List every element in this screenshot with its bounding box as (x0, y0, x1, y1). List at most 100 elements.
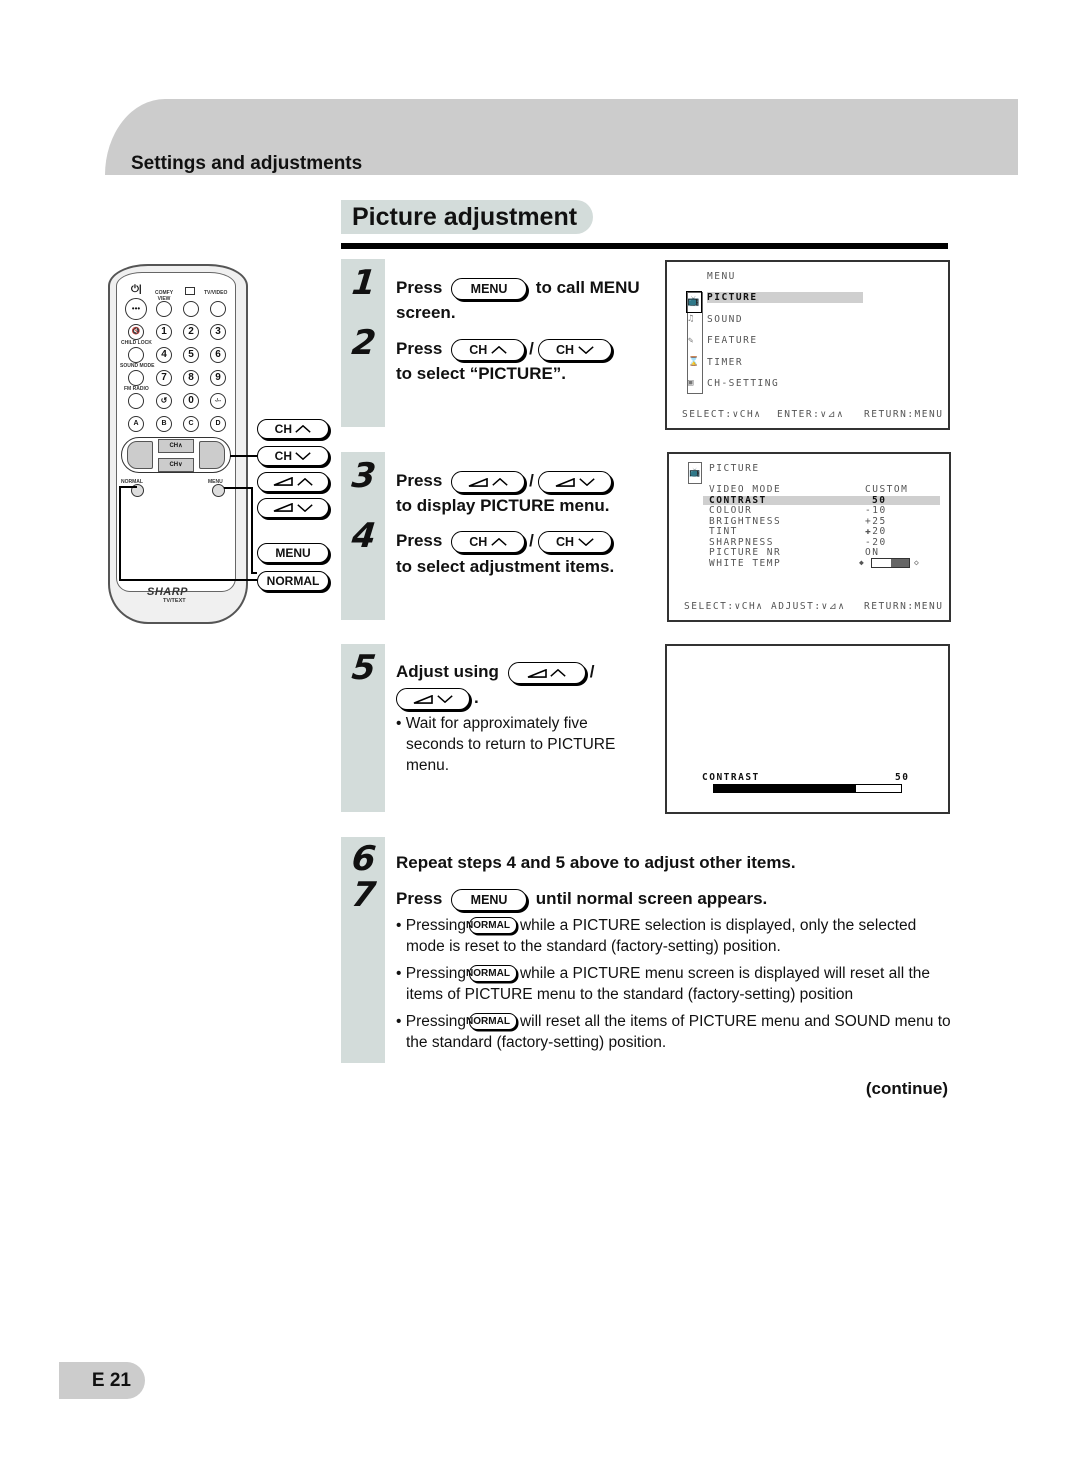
section-title: Settings and adjustments (131, 153, 363, 174)
power-button[interactable]: ••• (125, 298, 147, 320)
osd-picture-screen: 📺 PICTURE ◆ ◇ SELECT:∨CH∧ ADJUST:∨⊿∧ RET… (667, 452, 951, 622)
ch-down-key-icon: CH (537, 338, 612, 361)
volume-down-key-icon (537, 470, 612, 493)
tv-icon: 📺 (688, 462, 702, 484)
step-4-instruction: Press CH / CH (396, 528, 616, 553)
step-1-line2: screen. (396, 303, 456, 322)
step-number-3: 3 (349, 456, 378, 496)
digit-8-button[interactable]: 8 (183, 370, 199, 386)
note-2: • PressingNORMAL while a PICTURE menu scr… (396, 965, 930, 1003)
normal-key-icon: NORMAL (466, 917, 517, 935)
tv-icon: 📺 (686, 291, 702, 313)
osd-menu-item[interactable]: PICTURE (707, 292, 863, 303)
step-7-notes: • PressingNORMAL while a PICTURE selectio… (396, 915, 951, 1059)
digit-3-button[interactable]: 3 (210, 324, 226, 340)
timer-icon: ⌛ (688, 357, 701, 367)
step-5-line2: . (392, 685, 479, 710)
osd-row-label[interactable]: SHARPNESS (709, 537, 774, 548)
ch-up-callout: CH (257, 419, 329, 439)
digit-9-button[interactable]: 9 (210, 370, 226, 386)
digit-7-button[interactable]: 7 (156, 370, 172, 386)
continue-label: (continue) (865, 1079, 948, 1098)
ch-up-key-icon: CH (451, 530, 526, 553)
flashback-button[interactable]: ↺ (156, 393, 172, 409)
comfy-view-button[interactable] (156, 301, 172, 317)
ch-up-key-icon: CH (451, 338, 526, 361)
step-3-instruction: Press / (396, 468, 616, 493)
osd-row-value: -20 (865, 536, 887, 548)
digit-0-button[interactable]: 0 (183, 393, 199, 409)
note-3: • PressingNORMAL will reset all the items… (396, 1013, 951, 1051)
osd-row-value: 50 (872, 494, 887, 506)
ten-plus-button[interactable]: -/-- (210, 393, 226, 409)
text-button[interactable] (183, 301, 199, 317)
osd-menu-item[interactable]: FEATURE (707, 335, 758, 346)
osd-menu-item[interactable]: SOUND (707, 314, 743, 325)
osd-row-label[interactable]: BRIGHTNESS (709, 516, 781, 527)
osd-return-hint: RETURN:MENU (864, 409, 944, 420)
osd-row-value: CUSTOM (865, 484, 909, 495)
contrast-label: CONTRAST (702, 772, 760, 783)
digit-6-button[interactable]: 6 (210, 347, 226, 363)
power-icon: ⏻| (131, 284, 142, 295)
osd-row-label[interactable]: TINT (709, 526, 738, 537)
tv-video-button[interactable] (210, 301, 226, 317)
title-rule (341, 243, 948, 249)
fm-radio-button[interactable] (128, 393, 144, 409)
ch-down-callout: CH (257, 446, 329, 466)
osd-row-label[interactable]: COLOUR (709, 505, 752, 516)
step-2-instruction: Press CH / CH (396, 336, 616, 361)
osd-select-hint: SELECT:∨CH∧ (682, 409, 762, 420)
white-temp-cool-icon: ◇ (914, 558, 921, 567)
callout-lines (119, 455, 257, 581)
osd-row-label[interactable]: CONTRAST (709, 495, 767, 506)
normal-key-icon: NORMAL (466, 1013, 517, 1031)
digit-1-button[interactable]: 1 (156, 324, 172, 340)
osd-row-label[interactable]: WHITE TEMP (709, 558, 781, 569)
step-2-line2: to select “PICTURE”. (396, 364, 567, 383)
feature-icon: ✎ (688, 336, 695, 346)
step-number-5: 5 (349, 648, 378, 688)
page-number-tab: E 21 (59, 1362, 145, 1399)
osd-row-label[interactable]: VIDEO MODE (709, 484, 781, 495)
sound-mode-button[interactable] (128, 370, 144, 386)
step-5-instruction: Adjust using / (396, 659, 594, 684)
osd-select-hint: SELECT:∨CH∧ (684, 601, 764, 612)
step-3-line2: to display PICTURE menu. (396, 496, 610, 515)
page-title: Picture adjustment (341, 200, 594, 234)
osd-adjust-hint: ADJUST:∨⊿∧ (771, 601, 846, 612)
ch-down-key-icon: CH (537, 530, 612, 553)
osd-menu-item[interactable]: CH-SETTING (707, 378, 779, 389)
osd-row-value: ON (865, 547, 880, 558)
osd-row-label[interactable]: PICTURE NR (709, 547, 781, 558)
osd-menu-title: MENU (707, 271, 736, 282)
sound-mode-label: SOUND MODE (120, 363, 155, 369)
normal-callout: NORMAL (257, 571, 329, 591)
osd-row-value: +25 (865, 515, 887, 527)
child-lock-button[interactable] (128, 347, 144, 363)
osd-return-hint: RETURN:MENU (864, 601, 944, 612)
volume-down-key-icon (396, 687, 470, 710)
mute-button[interactable]: 🔇 (128, 324, 144, 340)
menu-callout: MENU (257, 543, 329, 563)
digit-5-button[interactable]: 5 (183, 347, 199, 363)
step-5-note: • Wait for approximately five seconds to… (396, 715, 616, 774)
volume-down-callout (257, 498, 329, 518)
step-number-1: 1 (349, 263, 378, 303)
normal-key-icon: NORMAL (466, 965, 517, 983)
white-temp-slider (871, 558, 910, 568)
digit-4-button[interactable]: 4 (156, 347, 172, 363)
osd-enter-hint: ENTER:∨⊿∧ (777, 409, 845, 420)
osd-menu-item[interactable]: TIMER (707, 357, 743, 368)
white-temp-warm-icon: ◆ (859, 558, 866, 567)
contrast-bar-fill (714, 785, 857, 792)
digit-2-button[interactable]: 2 (183, 324, 199, 340)
osd-contrast-screen: CONTRAST 50 (665, 644, 950, 814)
step-number-4: 4 (349, 516, 378, 556)
step-number-7: 7 (349, 875, 378, 915)
osd-menu-screen: MENU 📺 ♫ ✎ ⌛ ▣ SELECT:∨CH∧ ENTER:∨⊿∧ RET… (665, 260, 950, 430)
contrast-value: 50 (895, 772, 910, 783)
contrast-bar (713, 784, 902, 793)
volume-up-key-icon (507, 661, 586, 684)
tv-video-label: TV/VIDEO (204, 290, 228, 296)
